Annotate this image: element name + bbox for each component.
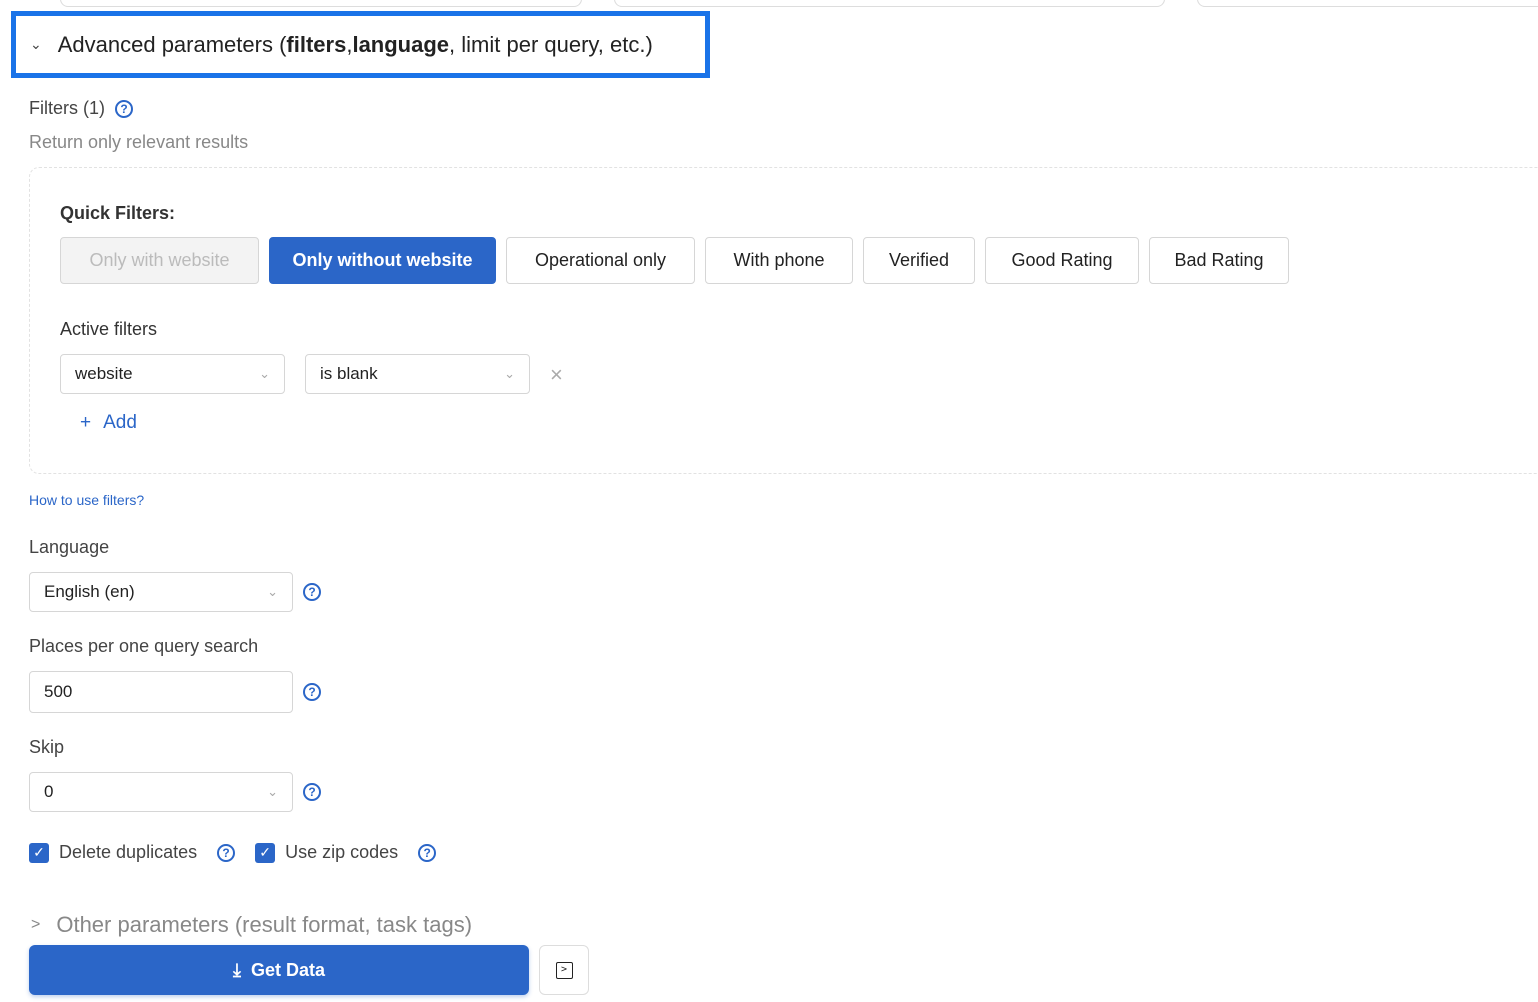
chevron-down-icon: ⌄: [267, 784, 278, 800]
filter-field-select[interactable]: website ⌄: [60, 354, 285, 394]
other-parameters-label: Other parameters (result format, task ta…: [56, 912, 472, 938]
top-field[interactable]: [60, 0, 582, 7]
filter-field-value: website: [75, 364, 133, 384]
use-zip-codes-checkbox[interactable]: ✓: [255, 843, 275, 863]
quick-filters-label: Quick Filters:: [60, 203, 175, 224]
chevron-down-icon: ⌄: [30, 36, 42, 53]
language-value: English (en): [44, 582, 135, 602]
help-icon[interactable]: ?: [303, 683, 321, 701]
help-icon[interactable]: ?: [115, 100, 133, 118]
other-parameters-toggle[interactable]: > Other parameters (result format, task t…: [31, 912, 472, 938]
filter-operator-value: is blank: [320, 364, 378, 384]
download-icon: ⤓: [233, 960, 241, 981]
quick-filter-only-without-website[interactable]: Only without website: [269, 237, 496, 284]
help-icon[interactable]: ?: [303, 583, 321, 601]
places-input[interactable]: 500: [29, 671, 293, 713]
quick-filter-good-rating[interactable]: Good Rating: [985, 237, 1139, 284]
get-data-label: Get Data: [251, 960, 325, 981]
quick-filter-with-phone[interactable]: With phone: [705, 237, 853, 284]
skip-select[interactable]: 0⌄: [29, 772, 293, 812]
quick-filter-only-with-website[interactable]: Only with website: [60, 237, 259, 284]
api-console-button[interactable]: >: [539, 945, 589, 995]
advanced-parameters-toggle[interactable]: ⌄ Advanced parameters (filters, language…: [11, 11, 710, 78]
filters-title: Filters (1): [29, 98, 105, 119]
use-zip-codes-label: Use zip codes: [285, 842, 398, 863]
plus-icon: +: [80, 412, 91, 434]
adv-text: , limit per query, etc.): [449, 32, 653, 58]
delete-duplicates-label: Delete duplicates: [59, 842, 197, 863]
active-filters-label: Active filters: [60, 319, 157, 340]
help-icon[interactable]: ?: [418, 844, 436, 862]
remove-filter-close-icon[interactable]: ×: [550, 362, 563, 388]
skip-value: 0: [44, 782, 53, 802]
chevron-down-icon: ⌄: [259, 366, 270, 382]
filters-panel: [29, 167, 1538, 474]
chevron-down-icon: ⌄: [504, 366, 515, 382]
quick-filter-bad-rating[interactable]: Bad Rating: [1149, 237, 1289, 284]
adv-bold: language: [352, 32, 449, 58]
filter-operator-select[interactable]: is blank ⌄: [305, 354, 530, 394]
language-label: Language: [29, 537, 109, 558]
add-filter-button[interactable]: + Add: [80, 412, 137, 434]
quick-filter-verified[interactable]: Verified: [863, 237, 975, 284]
filters-subtitle: Return only relevant results: [29, 132, 248, 153]
help-icon[interactable]: ?: [303, 783, 321, 801]
chevron-down-icon: ⌄: [267, 584, 278, 600]
get-data-button[interactable]: ⤓ Get Data: [29, 945, 529, 995]
places-value: 500: [44, 682, 72, 702]
chevron-right-icon: >: [31, 912, 40, 938]
terminal-icon: >: [556, 962, 573, 979]
adv-bold: filters: [286, 32, 346, 58]
top-field[interactable]: [1197, 0, 1538, 7]
delete-duplicates-checkbox[interactable]: ✓: [29, 843, 49, 863]
adv-text: Advanced parameters (: [58, 32, 287, 58]
quick-filter-operational-only[interactable]: Operational only: [506, 237, 695, 284]
places-label: Places per one query search: [29, 636, 258, 657]
how-to-use-filters-link[interactable]: How to use filters?: [29, 492, 144, 508]
skip-label: Skip: [29, 737, 64, 758]
add-label: Add: [103, 412, 137, 434]
language-select[interactable]: English (en) ⌄: [29, 572, 293, 612]
help-icon[interactable]: ?: [217, 844, 235, 862]
top-field[interactable]: [614, 0, 1165, 7]
